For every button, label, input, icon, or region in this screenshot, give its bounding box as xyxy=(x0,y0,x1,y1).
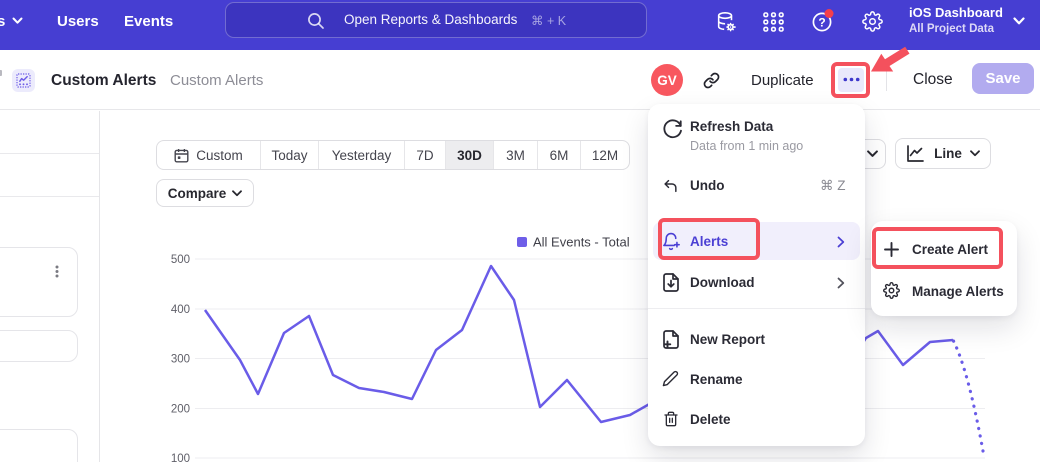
svg-text:200: 200 xyxy=(171,404,190,416)
svg-text:400: 400 xyxy=(171,304,190,316)
svg-text:300: 300 xyxy=(171,354,190,366)
svg-text:500: 500 xyxy=(171,254,190,266)
svg-text:?: ? xyxy=(818,16,825,30)
svg-text:All Events - Total: All Events - Total xyxy=(533,235,630,250)
svg-text:100: 100 xyxy=(171,453,190,462)
